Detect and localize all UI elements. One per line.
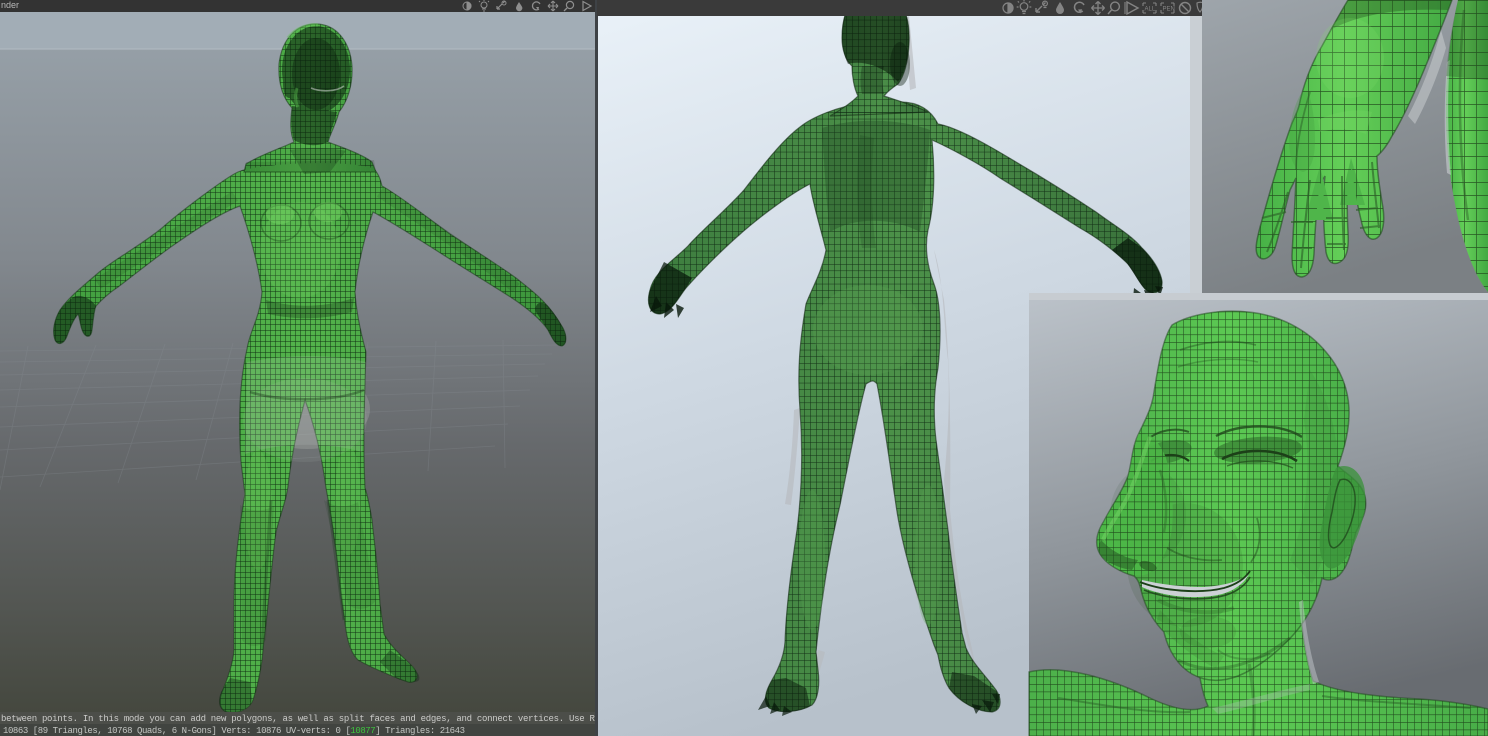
svg-text:between points. In this mode y: between points. In this mode you can add… — [1, 714, 600, 724]
svg-text:10863 [89 Triangles, 10768 Qua: 10863 [89 Triangles, 10768 Quads, 6 N-Go… — [3, 726, 465, 736]
svg-text:PEN: PEN — [1163, 7, 1175, 13]
svg-text:ALL: ALL — [1145, 7, 1156, 13]
svg-text:nder: nder — [1, 0, 19, 10]
